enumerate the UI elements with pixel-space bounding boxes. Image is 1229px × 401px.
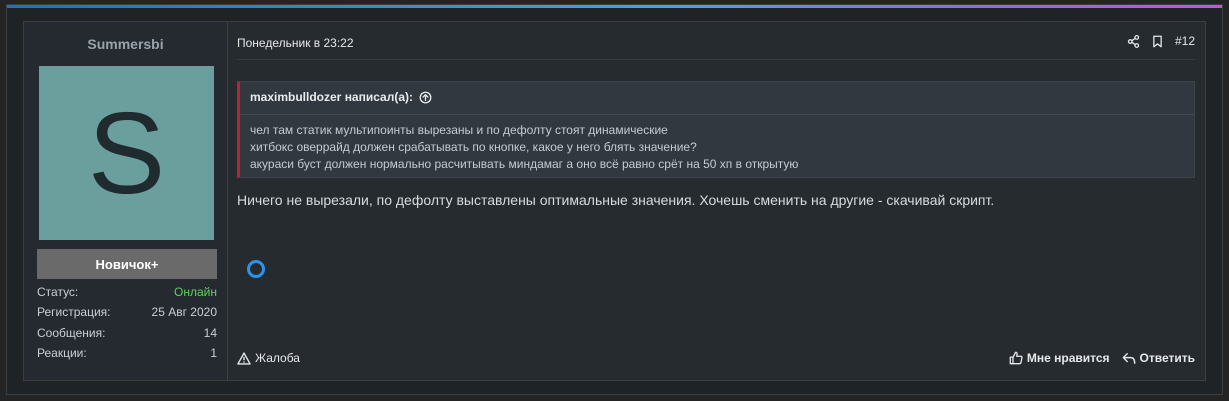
warning-icon [237, 351, 251, 365]
report-label: Жалоба [255, 351, 300, 365]
reply-button[interactable]: Ответить [1122, 351, 1195, 365]
stat-label: Статус: [37, 285, 79, 299]
stat-row-registration: Регистрация: 25 Авг 2020 [37, 305, 217, 325]
stat-label: Реакции: [37, 345, 87, 360]
like-button[interactable]: Мне нравится [1009, 351, 1110, 365]
stat-value-online: Онлайн [174, 285, 217, 299]
arrow-up-circle-icon[interactable] [419, 91, 432, 104]
avatar[interactable]: S [39, 66, 214, 240]
quote-line: акураси буст должен нормально расчитыват… [250, 157, 799, 171]
quote-line: чел там статик мультипоинты вырезаны и п… [250, 123, 668, 137]
quote-block: maximbulldozer написал(а): чел там стати… [237, 81, 1195, 178]
post-message: Ничего не вырезали, по дефолту выставлен… [237, 192, 995, 208]
post-content: Понедельник в 23:22 #12 maximbulldozer н… [237, 22, 1195, 380]
quote-author[interactable]: maximbulldozer написал(а): [250, 90, 413, 104]
post-actions-top: #12 [1127, 34, 1195, 48]
user-sidebar: Summersbi S Новичок+ Статус: Онлайн Реги… [24, 22, 228, 380]
thumbs-up-icon [1009, 351, 1023, 365]
quote-line: хитбокс оверрайд должен срабатывать по к… [250, 140, 697, 154]
user-stats: Статус: Онлайн Регистрация: 25 Авг 2020 … [37, 285, 217, 366]
reply-icon [1122, 352, 1136, 365]
stat-value: 1 [210, 345, 217, 360]
stat-value[interactable]: 14 [204, 326, 217, 346]
share-icon[interactable] [1127, 34, 1140, 48]
post-actions-bottom: Мне нравится Ответить [1009, 351, 1195, 365]
stat-value: 25 Авг 2020 [151, 305, 217, 320]
user-rank-badge: Новичок+ [37, 249, 217, 279]
forum-post: Summersbi S Новичок+ Статус: Онлайн Реги… [23, 21, 1206, 381]
stat-label: Регистрация: [37, 305, 111, 320]
loading-spinner-icon [247, 260, 265, 278]
quote-divider [240, 114, 1194, 115]
stat-row-status: Статус: Онлайн [37, 285, 217, 305]
top-accent-line [7, 5, 1222, 8]
bookmark-icon[interactable] [1152, 35, 1163, 48]
stat-row-reactions: Реакции: 1 [37, 346, 217, 366]
reply-label: Ответить [1139, 351, 1195, 365]
like-label: Мне нравится [1026, 351, 1110, 365]
page-frame: Summersbi S Новичок+ Статус: Онлайн Реги… [6, 4, 1223, 395]
username[interactable]: Summersbi [24, 36, 227, 52]
header-divider [237, 59, 1195, 60]
quote-body: чел там статик мультипоинты вырезаны и п… [250, 122, 798, 173]
report-button[interactable]: Жалоба [237, 351, 300, 365]
stat-label: Сообщения: [37, 325, 106, 340]
post-date[interactable]: Понедельник в 23:22 [237, 36, 354, 50]
stat-row-messages: Сообщения: 14 [37, 326, 217, 346]
quote-header: maximbulldozer написал(а): [250, 90, 432, 104]
post-number-link[interactable]: #12 [1175, 34, 1195, 48]
